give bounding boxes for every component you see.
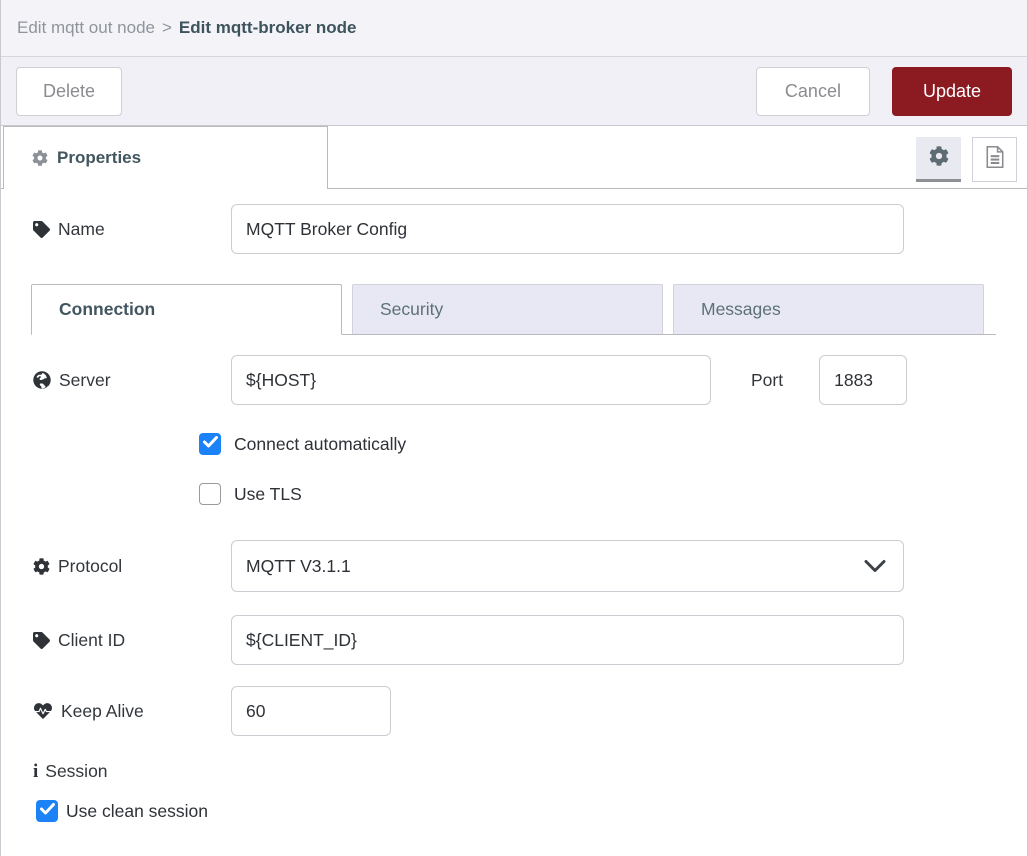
subtab-security[interactable]: Security bbox=[352, 284, 663, 334]
dialog-toolbar: Delete Cancel Update bbox=[1, 57, 1027, 126]
name-input[interactable] bbox=[231, 204, 904, 254]
breadcrumb: Edit mqtt out node > Edit mqtt-broker no… bbox=[1, 0, 1027, 57]
edit-properties-button[interactable] bbox=[916, 137, 961, 182]
clean-session-row: Use clean session bbox=[1, 800, 1027, 822]
protocol-select[interactable]: MQTT V3.1.1 bbox=[231, 540, 904, 592]
clean-session-label[interactable]: Use clean session bbox=[66, 801, 208, 822]
breadcrumb-current: Edit mqtt-broker node bbox=[179, 18, 357, 38]
heartbeat-icon bbox=[33, 702, 53, 720]
protocol-row: Protocol MQTT V3.1.1 bbox=[1, 540, 1027, 592]
client-id-label-text: Client ID bbox=[58, 630, 125, 651]
chevron-down-icon bbox=[864, 557, 886, 578]
session-label-text: Session bbox=[45, 761, 107, 782]
clean-session-checkbox[interactable] bbox=[36, 800, 58, 822]
gear-icon bbox=[33, 558, 50, 575]
connect-auto-label[interactable]: Connect automatically bbox=[234, 434, 406, 455]
keep-alive-label-text: Keep Alive bbox=[61, 701, 144, 722]
client-id-row: Client ID bbox=[1, 615, 1027, 665]
keep-alive-row: Keep Alive bbox=[1, 686, 1027, 736]
client-id-input[interactable] bbox=[231, 615, 904, 665]
node-config-form: Name Connection Security Messages Server… bbox=[1, 204, 1027, 822]
name-label: Name bbox=[33, 219, 231, 240]
port-label: Port bbox=[751, 370, 783, 391]
session-section-label: i Session bbox=[1, 761, 1027, 782]
delete-button[interactable]: Delete bbox=[16, 67, 122, 116]
server-input[interactable] bbox=[231, 355, 711, 405]
server-label: Server bbox=[33, 370, 231, 391]
tab-properties-label: Properties bbox=[57, 148, 141, 168]
update-button[interactable]: Update bbox=[892, 67, 1012, 116]
tag-icon bbox=[33, 221, 50, 238]
server-label-text: Server bbox=[59, 370, 111, 391]
broker-subtabs: Connection Security Messages bbox=[31, 284, 996, 335]
tab-properties[interactable]: Properties bbox=[3, 126, 328, 189]
name-row: Name bbox=[1, 204, 1027, 254]
use-tls-checkbox[interactable] bbox=[199, 483, 221, 505]
check-icon bbox=[40, 802, 55, 820]
breadcrumb-separator: > bbox=[162, 18, 172, 38]
gear-icon bbox=[32, 150, 48, 166]
tabbar-buttons bbox=[916, 137, 1017, 182]
document-icon bbox=[984, 145, 1006, 174]
toolbar-right-group: Cancel Update bbox=[756, 67, 1012, 116]
globe-icon bbox=[33, 371, 51, 389]
protocol-label-text: Protocol bbox=[58, 556, 122, 577]
check-icon bbox=[203, 435, 218, 453]
name-label-text: Name bbox=[58, 219, 105, 240]
use-tls-label[interactable]: Use TLS bbox=[234, 484, 302, 505]
edit-mqtt-broker-dialog: Edit mqtt out node > Edit mqtt-broker no… bbox=[0, 0, 1028, 856]
protocol-select-value: MQTT V3.1.1 bbox=[246, 556, 351, 577]
protocol-label: Protocol bbox=[33, 556, 231, 577]
port-input[interactable] bbox=[819, 355, 907, 405]
keep-alive-label: Keep Alive bbox=[33, 701, 231, 722]
connect-auto-row: Connect automatically bbox=[1, 433, 1027, 455]
use-tls-row: Use TLS bbox=[1, 483, 1027, 505]
subtab-connection[interactable]: Connection bbox=[31, 284, 342, 335]
keep-alive-input[interactable] bbox=[231, 686, 391, 736]
client-id-label: Client ID bbox=[33, 630, 231, 651]
subtab-messages[interactable]: Messages bbox=[673, 284, 984, 334]
editor-tabbar: Properties bbox=[1, 126, 1027, 189]
cancel-button[interactable]: Cancel bbox=[756, 67, 870, 116]
gear-icon bbox=[929, 146, 949, 171]
tag-icon bbox=[33, 632, 50, 649]
info-icon: i bbox=[33, 762, 38, 781]
breadcrumb-parent[interactable]: Edit mqtt out node bbox=[17, 18, 155, 38]
server-row: Server Port bbox=[1, 355, 1027, 405]
edit-description-button[interactable] bbox=[972, 137, 1017, 182]
connect-auto-checkbox[interactable] bbox=[199, 433, 221, 455]
